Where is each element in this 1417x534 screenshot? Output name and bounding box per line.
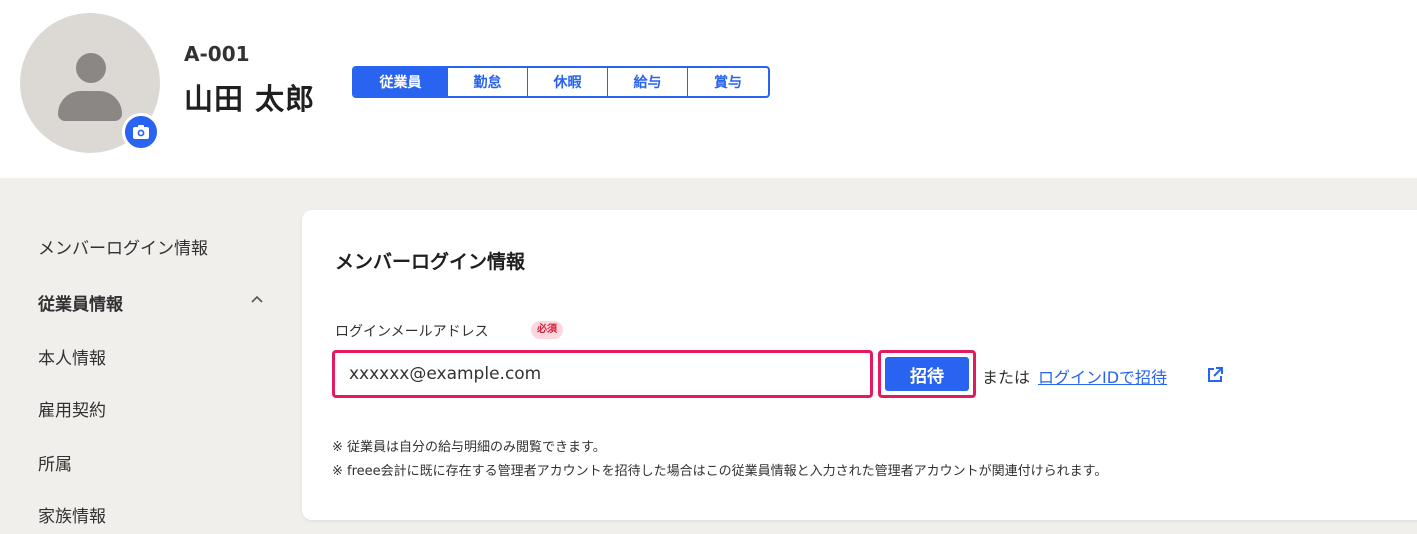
note-payslip-only: ※ 従業員は自分の給与明細のみ閲覧できます。 bbox=[332, 440, 606, 455]
employee-tabs: 従業員 勤怠 休暇 給与 賞与 bbox=[352, 66, 770, 98]
employee-header: A-001 山田 太郎 従業員 勤怠 休暇 給与 賞与 bbox=[0, 0, 1417, 178]
user-avatar-icon bbox=[76, 53, 106, 83]
employee-name: 山田 太郎 bbox=[184, 82, 316, 116]
card-title: メンバーログイン情報 bbox=[335, 251, 526, 273]
login-id-invite-link[interactable]: ログインIDで招待 bbox=[1038, 364, 1167, 388]
required-badge: 必須 bbox=[531, 321, 563, 339]
employee-code: A-001 bbox=[184, 42, 250, 66]
tab-salary[interactable]: 給与 bbox=[608, 68, 688, 96]
sidebar-item-personal-info[interactable]: 本人情報 bbox=[38, 344, 106, 369]
chevron-up-icon[interactable] bbox=[250, 292, 264, 306]
email-field-highlight bbox=[332, 350, 873, 398]
sidebar-item-member-login[interactable]: メンバーログイン情報 bbox=[38, 234, 208, 259]
tab-leave[interactable]: 休暇 bbox=[528, 68, 608, 96]
camera-icon[interactable] bbox=[122, 113, 160, 151]
tab-bonus[interactable]: 賞与 bbox=[688, 68, 768, 96]
sidebar-item-family-info[interactable]: 家族情報 bbox=[38, 502, 106, 527]
or-text: または bbox=[982, 368, 1031, 387]
tab-attendance[interactable]: 勤怠 bbox=[448, 68, 528, 96]
external-link-icon[interactable] bbox=[1206, 366, 1224, 384]
email-field-label: ログインメールアドレス bbox=[335, 324, 489, 340]
page-body: メンバーログイン情報 従業員情報 本人情報 雇用契約 所属 家族情報 メンバーロ… bbox=[0, 178, 1417, 534]
sidebar-item-employee-info[interactable]: 従業員情報 bbox=[38, 290, 123, 315]
note-admin-account: ※ freee会計に既に存在する管理者アカウントを招待した場合はこの従業員情報と… bbox=[332, 464, 1108, 479]
sidebar-item-employment-contract[interactable]: 雇用契約 bbox=[38, 396, 106, 421]
sidebar-item-affiliation[interactable]: 所属 bbox=[38, 450, 72, 475]
invite-button-highlight: 招待 bbox=[878, 350, 976, 398]
tab-employee[interactable]: 従業員 bbox=[354, 68, 448, 96]
user-avatar-body bbox=[58, 91, 122, 121]
member-login-card: メンバーログイン情報 ログインメールアドレス 必須 招待 または ログインIDで… bbox=[302, 210, 1417, 520]
sidebar: メンバーログイン情報 従業員情報 本人情報 雇用契約 所属 家族情報 bbox=[0, 178, 290, 534]
email-field[interactable] bbox=[341, 359, 863, 389]
invite-button[interactable]: 招待 bbox=[885, 357, 969, 391]
